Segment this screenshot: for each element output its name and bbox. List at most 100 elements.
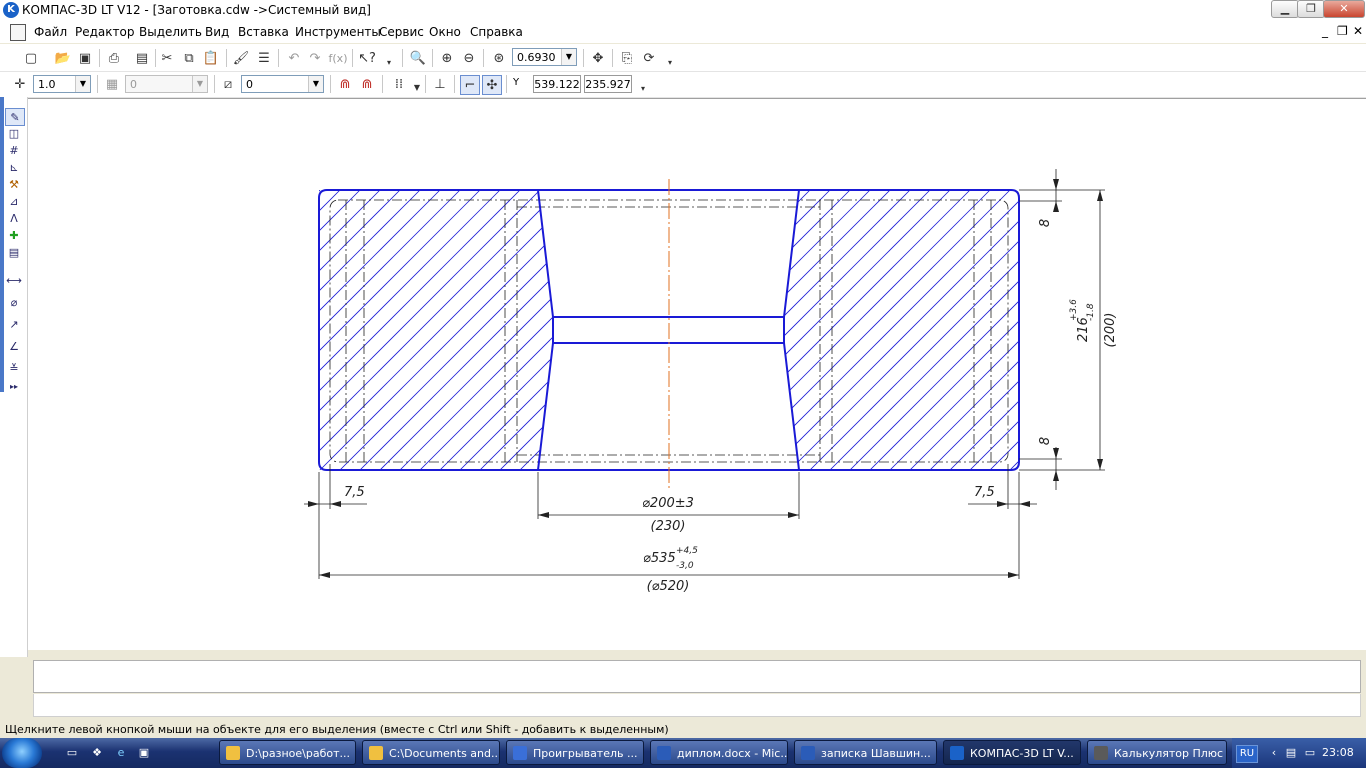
edit-hammer-icon[interactable]: ⚒ bbox=[5, 176, 23, 192]
kompas-app-icon[interactable]: K bbox=[3, 2, 19, 18]
internet-explorer-icon[interactable]: e bbox=[113, 745, 129, 761]
local-snap-icon[interactable]: ⋒ bbox=[358, 75, 376, 93]
local-coordinate-icon[interactable]: ⊥ bbox=[431, 75, 449, 93]
dimensions-icon[interactable]: ◫ bbox=[5, 125, 23, 141]
layer-combo[interactable]: 0 ▼ bbox=[125, 75, 208, 93]
roughness-icon[interactable]: ≚ bbox=[5, 360, 23, 376]
grid-icon[interactable]: ⁞⁞ bbox=[390, 75, 408, 93]
taskbar-button[interactable]: КОМПАС-3D LT V... bbox=[943, 740, 1081, 765]
zoom-scale-icon[interactable]: ⊛ bbox=[490, 49, 508, 67]
measure-icon[interactable]: Λ bbox=[5, 210, 23, 226]
chevron-down-icon[interactable]: ▼ bbox=[192, 76, 207, 92]
menu-select[interactable]: Выделить bbox=[139, 25, 202, 39]
clock[interactable]: 23:08 bbox=[1322, 746, 1354, 759]
windows-taskbar: ▭ ❖ e ▣ D:\разное\работ... C:\Documents a… bbox=[0, 738, 1366, 768]
chevron-down-icon[interactable]: ▼ bbox=[75, 76, 90, 92]
taskbar-button[interactable]: D:\разное\работ... bbox=[219, 740, 356, 765]
dim-height-reference: (200) bbox=[1103, 313, 1118, 348]
taskbar-button[interactable]: диплом.docx - Mic... bbox=[650, 740, 788, 765]
geometry-icon[interactable]: ✎ bbox=[5, 108, 25, 126]
parametric-mode-icon[interactable]: ✣ bbox=[482, 75, 502, 95]
mdi-restore-button[interactable]: ❐ bbox=[1337, 24, 1348, 38]
restore-button[interactable]: ❐ bbox=[1297, 0, 1325, 18]
menu-help[interactable]: Справка bbox=[470, 25, 523, 39]
radial-dimension-icon[interactable]: ↗ bbox=[5, 316, 23, 332]
pan-icon[interactable]: ✥ bbox=[589, 49, 607, 67]
taskbar-button[interactable]: C:\Documents and... bbox=[362, 740, 500, 765]
redo-icon[interactable]: ↷ bbox=[306, 49, 324, 67]
drawing-canvas[interactable]: 8 8 216 +3.6 -1.8 (200) 7,5 7,5 ⌀200±3 (… bbox=[28, 98, 1366, 650]
quick-launch-icon[interactable]: ❖ bbox=[89, 745, 105, 761]
new-document-icon[interactable]: ▢ bbox=[22, 49, 40, 67]
open-folder-icon[interactable]: 📂 bbox=[54, 49, 72, 67]
menu-service[interactable]: Сервис bbox=[379, 25, 424, 39]
function-icon[interactable]: f(x) bbox=[329, 49, 348, 67]
chevron-down-icon[interactable]: ▼ bbox=[308, 76, 323, 92]
zoom-combo[interactable]: 0.6930 ▼ bbox=[512, 48, 577, 66]
zoom-out-icon[interactable]: ⊖ bbox=[460, 49, 478, 67]
property-panel-field[interactable] bbox=[33, 660, 1361, 693]
document-properties-icon[interactable]: ▤ bbox=[133, 49, 151, 67]
menu-view[interactable]: Вид bbox=[205, 25, 229, 39]
menu-insert[interactable]: Вставка bbox=[238, 25, 289, 39]
select-icon[interactable]: ✚ bbox=[5, 227, 23, 243]
properties-list-icon[interactable]: ☰ bbox=[255, 49, 273, 67]
hatch-grid-icon[interactable]: # bbox=[5, 142, 23, 158]
redraw-icon[interactable]: ⎘ bbox=[618, 49, 636, 67]
undo-icon[interactable]: ↶ bbox=[285, 49, 303, 67]
flag-icon[interactable]: ▤ bbox=[1283, 745, 1299, 761]
cut-icon[interactable]: ✂ bbox=[158, 49, 176, 67]
cursor-x-field[interactable]: 539.122 bbox=[533, 75, 581, 93]
document-icon[interactable] bbox=[10, 24, 26, 41]
toolbar-options-icon[interactable]: ▾ bbox=[661, 53, 679, 71]
line-style-icon[interactable]: ⧄ bbox=[219, 75, 237, 93]
close-button[interactable]: ✕ bbox=[1323, 0, 1365, 18]
menu-file[interactable]: Файл bbox=[34, 25, 67, 39]
quick-launch-window-icon[interactable]: ▣ bbox=[136, 745, 152, 761]
ortho-mode-icon[interactable]: ⌐ bbox=[460, 75, 480, 95]
diameter-dimension-icon[interactable]: ⌀ bbox=[5, 294, 23, 310]
zoom-window-icon[interactable]: 🔍 bbox=[409, 49, 427, 67]
minimize-button[interactable]: ▁ bbox=[1271, 0, 1299, 18]
mdi-minimize-button[interactable]: _ bbox=[1322, 24, 1328, 38]
taskbar-button[interactable]: Проигрыватель ... bbox=[506, 740, 644, 765]
parametrization-icon[interactable]: ⊿ bbox=[5, 193, 23, 209]
chevron-down-icon[interactable]: ▼ bbox=[408, 78, 426, 96]
format-brush-icon[interactable]: 🖌 bbox=[232, 49, 250, 67]
more-tools-icon[interactable]: ▸▸ bbox=[5, 378, 23, 394]
hatch-line bbox=[909, 190, 1019, 470]
language-indicator[interactable]: RU bbox=[1236, 745, 1258, 763]
rebuild-icon[interactable]: ⟳ bbox=[640, 49, 658, 67]
cursor-y-field[interactable]: 235.927 bbox=[584, 75, 632, 93]
menu-window[interactable]: Окно bbox=[429, 25, 461, 39]
separator bbox=[97, 75, 98, 93]
symbols-icon[interactable]: ⊾ bbox=[5, 159, 23, 175]
start-button[interactable] bbox=[2, 738, 42, 768]
angle-dimension-icon[interactable]: ∠ bbox=[5, 338, 23, 354]
show-desktop-icon[interactable]: ▭ bbox=[64, 745, 80, 761]
toolbar-options-icon[interactable]: ▾ bbox=[634, 79, 652, 97]
mdi-close-button[interactable]: ✕ bbox=[1353, 24, 1363, 38]
print-preview-icon[interactable]: ⎙ bbox=[105, 49, 123, 67]
separator bbox=[432, 49, 433, 67]
spec-icon[interactable]: ▤ bbox=[5, 244, 23, 260]
menu-editor[interactable]: Редактор bbox=[75, 25, 134, 39]
chevron-down-icon[interactable]: ▼ bbox=[561, 49, 576, 65]
taskbar-button[interactable]: Калькулятор Плюс bbox=[1087, 740, 1227, 765]
zoom-in-icon[interactable]: ⊕ bbox=[438, 49, 456, 67]
style-combo[interactable]: 0 ▼ bbox=[241, 75, 324, 93]
menu-tools[interactable]: Инструменты bbox=[295, 25, 381, 39]
layer-icon[interactable]: ▦ bbox=[103, 75, 121, 93]
save-icon[interactable]: ▣ bbox=[76, 49, 94, 67]
step-cursor-icon[interactable]: ✛ bbox=[11, 75, 29, 93]
tray-expand-icon[interactable]: ‹ bbox=[1266, 745, 1282, 761]
taskbar-button[interactable]: записка Шавшин... bbox=[794, 740, 937, 765]
copy-icon[interactable]: ⧉ bbox=[180, 49, 198, 67]
help-pointer-icon[interactable]: ↖? bbox=[358, 49, 376, 67]
snap-magnet-icon[interactable]: ⋒ bbox=[336, 75, 354, 93]
step-combo[interactable]: 1.0 ▼ bbox=[33, 75, 91, 93]
paste-icon[interactable]: 📋 bbox=[202, 49, 220, 67]
monitor-icon[interactable]: ▭ bbox=[1302, 745, 1318, 761]
toolbar-options-icon[interactable]: ▾ bbox=[380, 53, 398, 71]
linear-dimension-icon[interactable]: ⟷ bbox=[5, 272, 23, 288]
